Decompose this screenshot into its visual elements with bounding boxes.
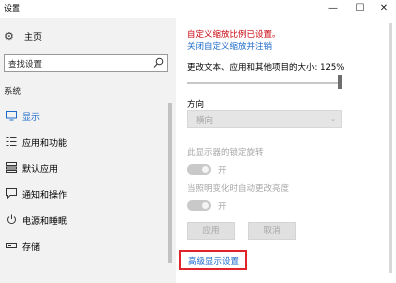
auto-brightness-label: 当照明变化时自动更改亮度 [187,184,290,194]
home-label: 主页 [24,33,43,43]
sidebar-item-label: 应用和功能 [22,138,68,149]
sidebar-item-label: 默认应用 [22,164,59,175]
sidebar: ⚙ 主页 查找设置 系统 显示 应用和功能 默认应用 通知和操作 电源和睡眠 存… [0,18,176,283]
window-title: 设置 [4,4,20,13]
close-button[interactable]: ✕ [371,0,396,18]
sidebar-item-label: 电源和睡眠 [22,216,68,227]
minimize-button[interactable]: — [320,0,346,18]
notification-icon [5,188,17,200]
scale-label: 更改文本、应用和其他项目的大小: 125% [187,63,345,73]
scale-slider-thumb[interactable] [338,75,342,89]
sidebar-home[interactable]: ⚙ 主页 [4,30,42,43]
display-settings-panel: 自定义缩放比例已设置。 关闭自定义缩放并注销 更改文本、应用和其他项目的大小: … [176,18,396,283]
search-icon[interactable] [153,57,164,69]
sidebar-item-display[interactable]: 显示 [0,104,176,128]
sidebar-item-label: 存储 [22,242,41,253]
toggle-knob [202,166,209,173]
default-apps-icon [5,162,17,174]
search-input[interactable]: 查找设置 [8,58,42,70]
toggle-knob [202,202,209,209]
sidebar-item-default-apps[interactable]: 默认应用 [0,156,176,180]
monitor-icon [5,110,17,122]
rotation-lock-state: 开 [218,166,227,176]
auto-brightness-toggle[interactable] [187,200,211,211]
maximize-button[interactable]: ☐ [347,0,373,18]
rotation-lock-toggle[interactable] [187,164,211,175]
orientation-label: 方向 [187,100,205,110]
orientation-value: 横向 [196,116,214,126]
advanced-display-settings-link[interactable]: 高级显示设置 [188,255,239,267]
apply-button[interactable]: 应用 [187,222,235,240]
sidebar-item-storage[interactable]: 存储 [0,234,176,258]
sidebar-item-notifications[interactable]: 通知和操作 [0,182,176,206]
chevron-down-icon: ⌄ [330,115,336,123]
sidebar-item-power[interactable]: 电源和睡眠 [0,208,176,232]
gear-icon: ⚙ [4,29,14,43]
main-scrollbar[interactable] [389,23,392,273]
sidebar-item-label: 通知和操作 [22,190,68,201]
turn-off-custom-scale-link[interactable]: 关闭自定义缩放并注销 [187,40,272,52]
rotation-lock-label: 此显示器的锁定旋转 [187,148,264,158]
cancel-button[interactable]: 取消 [248,222,296,240]
sidebar-item-label: 显示 [22,112,41,123]
scale-slider[interactable] [187,82,341,84]
auto-brightness-state: 开 [218,202,227,212]
orientation-dropdown[interactable]: 横向 ⌄ [187,110,342,128]
storage-icon [5,240,17,252]
section-label-system: 系统 [4,87,22,97]
advanced-display-highlight: 高级显示设置 [179,250,247,270]
sidebar-item-apps[interactable]: 应用和功能 [0,130,176,154]
power-icon [5,214,17,226]
apps-list-icon [5,136,17,148]
title-bar: 设置 — ☐ ✕ [0,0,396,18]
search-box[interactable]: 查找设置 [4,54,168,72]
custom-scale-warning: 自定义缩放比例已设置。 [187,30,281,40]
sidebar-scrollbar[interactable] [168,103,172,263]
